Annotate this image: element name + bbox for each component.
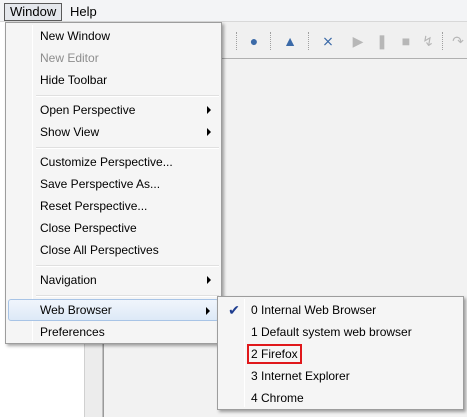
main-toolbar: ● ▲ ⨯ ▶ ❚ ■ ↯ ↷	[212, 24, 467, 58]
menu-item-label: New Window	[40, 29, 111, 43]
menu-separator	[36, 265, 219, 267]
menu-item-new-editor: New Editor	[8, 47, 219, 69]
menu-item-label: Preferences	[40, 325, 105, 339]
submenu-arrow-icon	[207, 128, 211, 136]
skip-breakpoints-icon[interactable]: ⨯	[320, 33, 336, 49]
menu-separator	[36, 295, 219, 297]
browser-item-label: 0 Internal Web Browser	[251, 303, 377, 317]
menu-item-close-perspective[interactable]: Close Perspective	[8, 217, 219, 239]
menu-bar: Window Help	[0, 0, 467, 22]
menu-window[interactable]: Window	[4, 3, 63, 21]
menu-item-label: Close Perspective	[40, 221, 137, 235]
submenu-arrow-icon	[206, 307, 210, 315]
browser-item-label: 1 Default system web browser	[251, 325, 412, 339]
resume-icon[interactable]: ▶	[350, 33, 366, 49]
menu-item-new-window[interactable]: New Window	[8, 25, 219, 47]
browser-item-internet-explorer[interactable]: 3 Internet Explorer	[220, 365, 461, 387]
menu-item-navigation[interactable]: Navigation	[8, 269, 219, 291]
terminate-icon[interactable]: ■	[398, 33, 414, 49]
disconnect-icon[interactable]: ↯	[420, 33, 436, 49]
menu-separator	[36, 147, 219, 149]
browser-item-chrome[interactable]: 4 Chrome	[220, 387, 461, 409]
toolbar-separator	[442, 32, 444, 50]
menu-item-label: New Editor	[40, 51, 99, 65]
menu-item-label: Show View	[40, 125, 100, 139]
menu-item-reset-perspective[interactable]: Reset Perspective...	[8, 195, 219, 217]
run-config-icon[interactable]: ▲	[282, 33, 298, 49]
menu-separator	[36, 95, 219, 97]
suspend-icon[interactable]: ❚	[374, 33, 390, 49]
menu-item-save-perspective-as[interactable]: Save Perspective As...	[8, 173, 219, 195]
menu-item-label: Web Browser	[40, 303, 112, 317]
browser-item-firefox[interactable]: 2 Firefox	[220, 343, 461, 365]
menu-item-label: Reset Perspective...	[40, 199, 148, 213]
menu-item-web-browser[interactable]: Web Browser	[8, 299, 219, 321]
menu-item-label: Customize Perspective...	[40, 155, 173, 169]
window-menu: New Window New Editor Hide Toolbar Open …	[5, 22, 222, 344]
submenu-arrow-icon	[207, 106, 211, 114]
menu-item-label: Open Perspective	[40, 103, 136, 117]
globe-icon[interactable]: ●	[246, 33, 262, 49]
submenu-arrow-icon	[207, 276, 211, 284]
menu-item-label: Close All Perspectives	[40, 243, 159, 257]
annotation-highlight-box: 2 Firefox	[247, 344, 302, 364]
checkmark-icon: ✔	[228, 302, 240, 318]
toolbar-separator	[270, 32, 272, 50]
toolbar-separator	[308, 32, 310, 50]
menu-item-label: Hide Toolbar	[40, 73, 108, 87]
browser-item-label: 2 Firefox	[251, 347, 298, 361]
menu-item-show-view[interactable]: Show View	[8, 121, 219, 143]
menu-help[interactable]: Help	[64, 3, 103, 21]
menu-item-label: Save Perspective As...	[40, 177, 161, 191]
web-browser-submenu: ✔ 0 Internal Web Browser 1 Default syste…	[217, 296, 464, 410]
menu-item-close-all-perspectives[interactable]: Close All Perspectives	[8, 239, 219, 261]
browser-item-label: 3 Internet Explorer	[251, 369, 350, 383]
menu-item-preferences[interactable]: Preferences	[8, 321, 219, 343]
browser-item-label: 4 Chrome	[251, 391, 304, 405]
browser-item-internal[interactable]: ✔ 0 Internal Web Browser	[220, 299, 461, 321]
step-into-icon[interactable]: ↷	[450, 33, 466, 49]
menu-item-hide-toolbar[interactable]: Hide Toolbar	[8, 69, 219, 91]
menu-item-open-perspective[interactable]: Open Perspective	[8, 99, 219, 121]
browser-item-default-system[interactable]: 1 Default system web browser	[220, 321, 461, 343]
toolbar-separator	[236, 32, 238, 50]
menu-item-label: Navigation	[40, 273, 97, 287]
menu-item-customize-perspective[interactable]: Customize Perspective...	[8, 151, 219, 173]
